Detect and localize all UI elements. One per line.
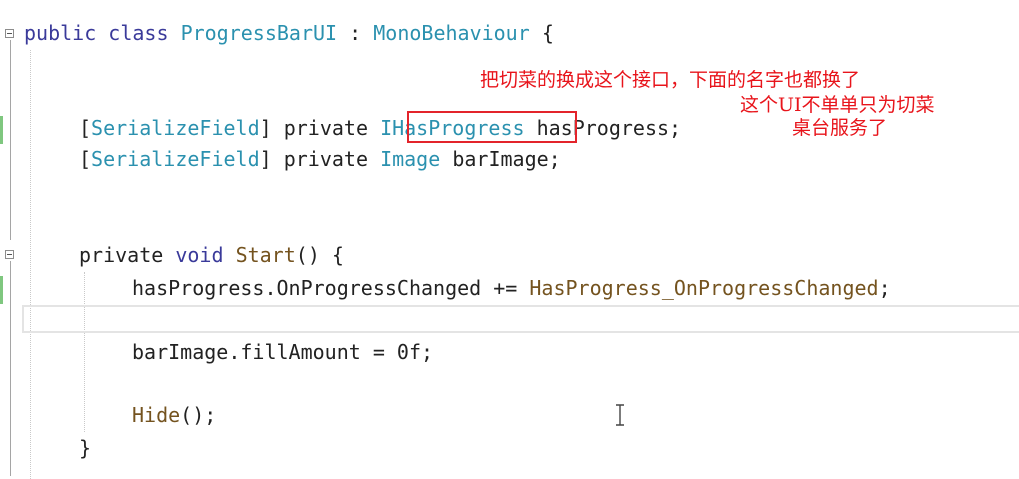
keyword: private [79, 243, 164, 267]
punctuation: [ [79, 147, 92, 171]
indent-guide [84, 272, 85, 432]
attribute-name: SerializeField [91, 147, 260, 171]
keyword: private [283, 147, 369, 171]
indent-guide [30, 50, 31, 479]
base-class-name: MonoBehaviour [373, 21, 530, 45]
code-line-has-progress-field[interactable]: [SerializeField] private IHasProgress ha… [79, 113, 681, 143]
keyword: public [24, 21, 97, 45]
punctuation: ] [259, 147, 284, 171]
annotation-text: 把切菜的换成这个接口，下面的名字也都换了 [480, 69, 861, 91]
annotation-text: 桌台服务了 [792, 117, 888, 139]
keyword: private [283, 116, 369, 140]
code-editor[interactable]: public class ProgressBarUI : MonoBehavio… [0, 0, 1019, 479]
punctuation: : [337, 21, 374, 45]
event-name: OnProgressChanged [276, 276, 482, 300]
type-name: Image [380, 147, 441, 171]
punctuation: ] [259, 116, 284, 140]
change-marker [0, 116, 3, 144]
annotation-text: 这个UI不单单只为切菜 [740, 94, 935, 116]
punctuation: () { [295, 243, 344, 267]
punctuation: (); [180, 403, 217, 427]
punctuation: ; [878, 276, 891, 300]
current-line-highlight [22, 305, 1019, 333]
keyword: class [108, 21, 169, 45]
text-cursor-icon [616, 404, 624, 426]
collapse-toggle-icon[interactable] [5, 29, 14, 38]
punctuation: } [79, 436, 92, 460]
statement: barImage.fillAmount = 0f; [132, 340, 434, 364]
collapse-toggle-icon[interactable] [5, 250, 14, 259]
attribute-name: SerializeField [91, 116, 260, 140]
code-line-start-method[interactable]: private void Start() { [79, 240, 344, 270]
change-marker [0, 276, 3, 304]
fold-line [10, 40, 11, 240]
object-reference: hasProgress. [132, 276, 277, 300]
code-line-event-subscribe[interactable]: hasProgress.OnProgressChanged += HasProg… [132, 273, 891, 303]
keyword: void [175, 243, 224, 267]
method-name: Hide [132, 403, 181, 427]
method-name: Start [235, 243, 296, 267]
punctuation: { [529, 21, 554, 45]
code-line-bar-image-field[interactable]: [SerializeField] private Image barImage; [79, 144, 561, 174]
code-line-hide-call[interactable]: Hide(); [132, 400, 216, 430]
code-line-class-declaration[interactable]: public class ProgressBarUI : MonoBehavio… [24, 18, 554, 48]
code-line-fill-amount[interactable]: barImage.fillAmount = 0f; [132, 337, 433, 367]
code-line-closing-brace[interactable]: } [79, 433, 91, 463]
highlight-box [407, 111, 577, 143]
handler-name: HasProgress_OnProgressChanged [529, 276, 879, 300]
class-name: ProgressBarUI [180, 21, 338, 45]
punctuation: [ [79, 116, 92, 140]
operator: += [481, 276, 530, 300]
field-name: barImage; [440, 147, 561, 171]
fold-line [10, 261, 11, 476]
